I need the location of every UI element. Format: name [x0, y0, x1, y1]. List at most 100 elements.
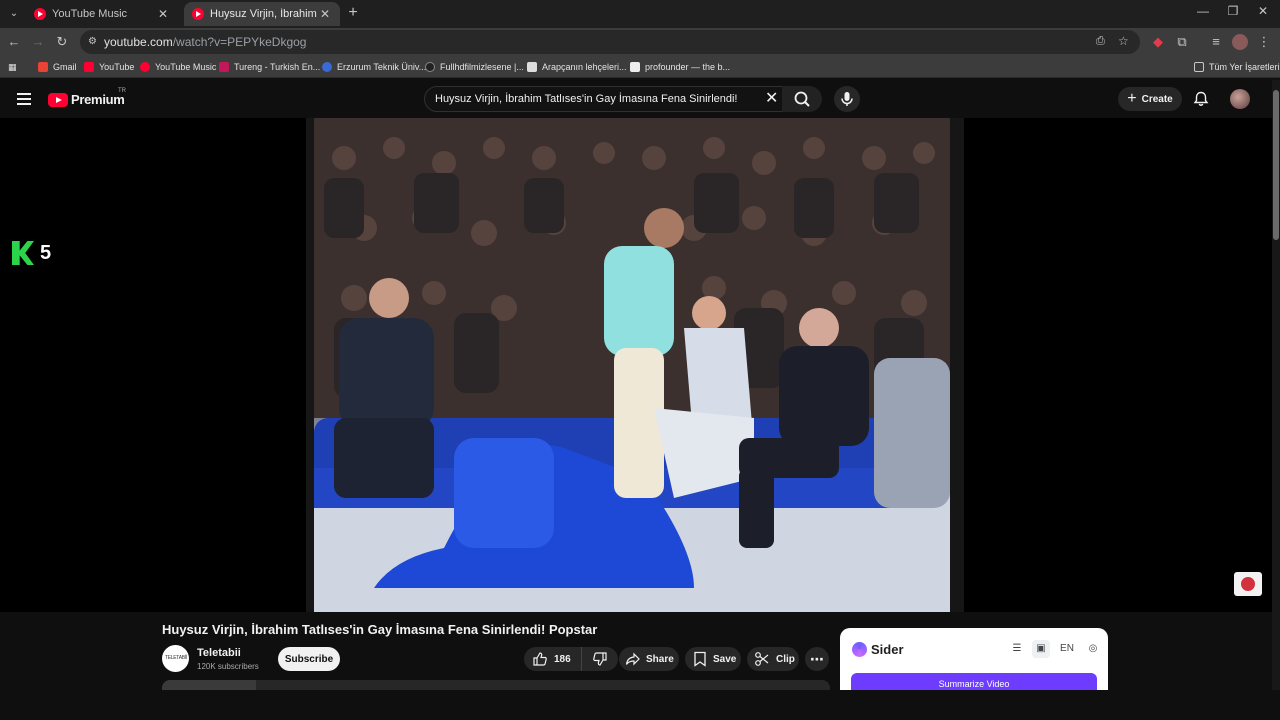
account-avatar[interactable]	[1230, 89, 1250, 109]
subscriber-count: 120K subscribers	[197, 662, 259, 671]
extensions-puzzle-icon[interactable]: ⧉	[1174, 34, 1190, 50]
scissors-icon	[755, 652, 769, 666]
subscribe-watermark-icon[interactable]	[1234, 572, 1262, 596]
forward-icon[interactable]: →	[30, 34, 46, 50]
microphone-icon	[841, 92, 853, 106]
page-scrollbar[interactable]	[1272, 80, 1280, 690]
media-controls-icon[interactable]: ≡	[1208, 34, 1224, 50]
page-bottom	[0, 690, 1280, 720]
channel-name[interactable]: Teletabii	[197, 647, 241, 659]
bookmark-label: Fullhdfilmizlesene |...	[440, 62, 524, 72]
reload-icon[interactable]: ↻	[54, 34, 70, 50]
site-info-icon[interactable]: ⚙	[88, 36, 100, 48]
bookmark-arapca[interactable]: Arapçanın lehçeleri...	[527, 60, 627, 74]
tab-active-video[interactable]: Huysuz Virjin, İbrahim Tatlıses'in Gay İ…	[184, 2, 340, 26]
save-button[interactable]: Save	[685, 647, 741, 671]
create-label: Create	[1141, 93, 1173, 105]
guide-menu-icon[interactable]	[17, 93, 31, 105]
fullhdfilm-icon	[425, 62, 435, 72]
bookmark-profounder[interactable]: profounder — the b...	[630, 60, 730, 74]
summarize-video-button[interactable]: Summarize Video	[851, 673, 1097, 690]
bookmark-gmail[interactable]: Gmail	[38, 60, 77, 74]
search-icon	[794, 91, 810, 107]
like-count: 186	[554, 653, 571, 665]
new-tab-icon[interactable]: +	[344, 4, 362, 22]
url-text: youtube.com/watch?v=PEPYkeDkgog	[104, 35, 307, 49]
search-input[interactable]: Huysuz Virjin, İbrahim Tatlıses'in Gay İ…	[424, 86, 788, 112]
tab-title: Huysuz Virjin, İbrahim Tatlıses'in Gay İ…	[210, 8, 318, 20]
extension-red-icon[interactable]: ◆	[1150, 34, 1166, 50]
list-view-icon[interactable]: ☰	[1008, 640, 1026, 658]
youtube-favicon-icon	[192, 8, 204, 20]
caption-view-icon[interactable]: ▣	[1032, 640, 1050, 658]
bookmarks-bar: ▦ Gmail YouTube YouTube Music Tureng - T…	[0, 56, 1280, 78]
sider-panel: Sider ☰ ▣ EN ◎ Summarize Video	[840, 628, 1108, 690]
bookmark-label: Tureng - Turkish En...	[234, 62, 321, 72]
search-button[interactable]	[782, 86, 822, 112]
browser-toolbar: ← → ↻ ⚙ youtube.com/watch?v=PEPYkeDkgog …	[0, 28, 1280, 56]
thumbs-down-icon	[593, 652, 607, 666]
bookmark-label: Arapçanın lehçeleri...	[542, 62, 627, 72]
video-title: Huysuz Virjin, İbrahim Tatlıses'in Gay İ…	[162, 622, 598, 637]
notifications-button[interactable]	[1192, 90, 1210, 108]
like-dislike-group: 186	[524, 647, 618, 671]
settings-target-icon[interactable]: ◎	[1084, 640, 1102, 658]
dislike-button[interactable]	[582, 647, 618, 671]
browser-tab-bar: ⌄ YouTube Music ✕ Huysuz Virjin, İbrahim…	[0, 0, 1280, 28]
apps-grid-icon[interactable]: ▦	[8, 60, 17, 74]
share-label: Share	[646, 653, 674, 665]
window-close-icon[interactable]: ✕	[1248, 4, 1278, 18]
channel-avatar[interactable]: TELETABİİ	[162, 645, 189, 672]
erzurum-icon	[322, 62, 332, 72]
thumbs-up-icon	[533, 652, 547, 666]
sider-name: Sider	[871, 642, 904, 657]
plus-icon: +	[1127, 90, 1137, 107]
more-actions-button[interactable]: ⋯	[805, 647, 829, 671]
scrollbar-thumb[interactable]	[1273, 90, 1279, 240]
channel-logo-text: TELETABİİ	[165, 655, 187, 661]
clear-search-icon[interactable]: ✕	[765, 91, 778, 107]
channel-k5-logo: 5	[12, 241, 51, 265]
chrome-menu-icon[interactable]: ⋮	[1256, 34, 1272, 50]
create-button[interactable]: + Create	[1118, 87, 1182, 111]
k-logo-icon	[12, 241, 34, 265]
back-icon[interactable]: ←	[6, 34, 22, 50]
address-bar[interactable]: ⚙ youtube.com/watch?v=PEPYkeDkgog ⎙ ☆	[80, 30, 1140, 54]
tab-close-icon[interactable]: ✕	[318, 7, 332, 21]
bookmark-label: Gmail	[53, 62, 77, 72]
subscribe-button[interactable]: Subscribe	[278, 647, 340, 671]
share-button[interactable]: Share	[619, 647, 679, 671]
restore-icon[interactable]: ❐	[1218, 4, 1248, 18]
share-icon	[625, 652, 640, 666]
save-label: Save	[713, 653, 737, 665]
tureng-icon	[219, 62, 229, 72]
youtube-premium-logo[interactable]: Premium TR	[48, 88, 126, 107]
bookmark-youtube[interactable]: YouTube	[84, 60, 134, 74]
bookmark-youtube-music[interactable]: YouTube Music	[140, 60, 216, 74]
bell-icon	[1193, 91, 1209, 106]
clip-label: Clip	[776, 653, 795, 665]
bookmark-tureng[interactable]: Tureng - Turkish En...	[219, 60, 320, 74]
minimize-icon[interactable]: —	[1188, 4, 1218, 18]
bookmark-icon	[694, 651, 706, 667]
tab-search-dropdown-icon[interactable]: ⌄	[6, 6, 22, 22]
folder-icon	[1194, 62, 1204, 72]
bookmark-label: Tüm Yer İşaretleri	[1209, 62, 1280, 72]
bookmark-label: Erzurum Teknik Üniv...	[337, 62, 427, 72]
voice-search-button[interactable]	[834, 86, 860, 112]
bookmark-fullhdfilm[interactable]: Fullhdfilmizlesene |...	[425, 60, 524, 74]
video-frame[interactable]	[306, 118, 964, 612]
bookmark-star-icon[interactable]: ☆	[1118, 34, 1129, 48]
logo-text: Premium	[71, 92, 125, 107]
tab-close-icon[interactable]: ✕	[156, 7, 170, 21]
language-selector[interactable]: EN	[1056, 640, 1078, 658]
youtube-music-favicon-icon	[34, 8, 46, 20]
all-bookmarks[interactable]: Tüm Yer İşaretleri	[1194, 60, 1280, 74]
profile-avatar-icon[interactable]	[1232, 34, 1248, 50]
install-app-icon[interactable]: ⎙	[1096, 35, 1105, 48]
tab-title: YouTube Music	[52, 8, 128, 20]
clip-button[interactable]: Clip	[747, 647, 799, 671]
tab-youtube-music[interactable]: YouTube Music ✕	[26, 2, 178, 26]
bookmark-erzurum[interactable]: Erzurum Teknik Üniv...	[322, 60, 426, 74]
like-button[interactable]: 186	[524, 647, 582, 671]
